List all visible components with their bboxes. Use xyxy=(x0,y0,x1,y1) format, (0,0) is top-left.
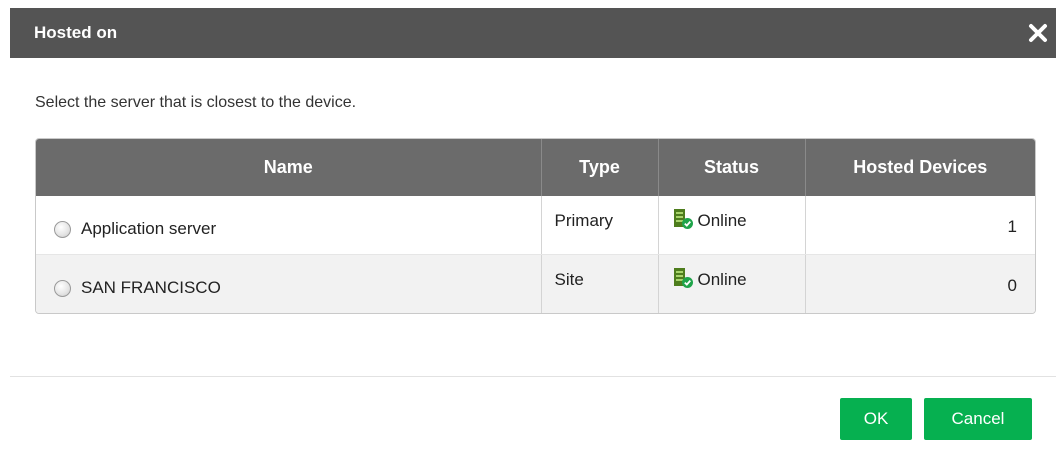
server-name: SAN FRANCISCO xyxy=(81,278,221,297)
server-status: Online xyxy=(697,211,747,230)
server-type: Site xyxy=(554,270,584,289)
hosted-devices-count: 1 xyxy=(1007,217,1017,236)
server-radio-button[interactable] xyxy=(54,279,71,297)
type-cell: Site xyxy=(541,254,659,313)
hosted-devices-count: 0 xyxy=(1007,276,1017,295)
table-row[interactable]: SAN FRANCISCO Site Online 0 xyxy=(36,254,1035,313)
server-type: Primary xyxy=(554,211,614,230)
status-cell: Online xyxy=(658,254,806,313)
type-cell: Primary xyxy=(541,196,659,255)
server-table: Name Type Status Hosted Devices Applicat… xyxy=(35,138,1036,314)
dialog-title: Hosted on xyxy=(34,23,118,42)
column-header-type[interactable]: Type xyxy=(541,139,659,196)
dialog-title-bar: Hosted on xyxy=(10,8,1056,58)
hosted-on-dialog: Hosted on Select the server that is clos… xyxy=(10,8,1056,464)
ok-button[interactable]: OK xyxy=(840,398,912,440)
cancel-button[interactable]: Cancel xyxy=(924,398,1032,440)
name-cell: SAN FRANCISCO xyxy=(36,254,542,313)
status-cell: Online xyxy=(658,196,806,255)
hosted-devices-cell: 0 xyxy=(805,254,1035,313)
column-header-name[interactable]: Name xyxy=(36,139,542,196)
column-header-status[interactable]: Status xyxy=(658,139,806,196)
table-header-row: Name Type Status Hosted Devices xyxy=(36,139,1035,196)
server-name: Application server xyxy=(81,219,217,238)
column-header-hosted-devices[interactable]: Hosted Devices xyxy=(805,139,1035,196)
server-online-icon xyxy=(672,208,698,235)
server-online-icon xyxy=(672,267,698,294)
close-icon[interactable] xyxy=(1026,21,1050,45)
table-row[interactable]: Application server Primary Online 1 xyxy=(36,196,1035,255)
server-radio-button[interactable] xyxy=(54,220,71,238)
name-cell: Application server xyxy=(36,196,542,255)
hosted-devices-cell: 1 xyxy=(805,196,1035,255)
footer-divider xyxy=(10,376,1056,377)
instruction-text: Select the server that is closest to the… xyxy=(35,94,357,111)
server-status: Online xyxy=(697,270,747,289)
